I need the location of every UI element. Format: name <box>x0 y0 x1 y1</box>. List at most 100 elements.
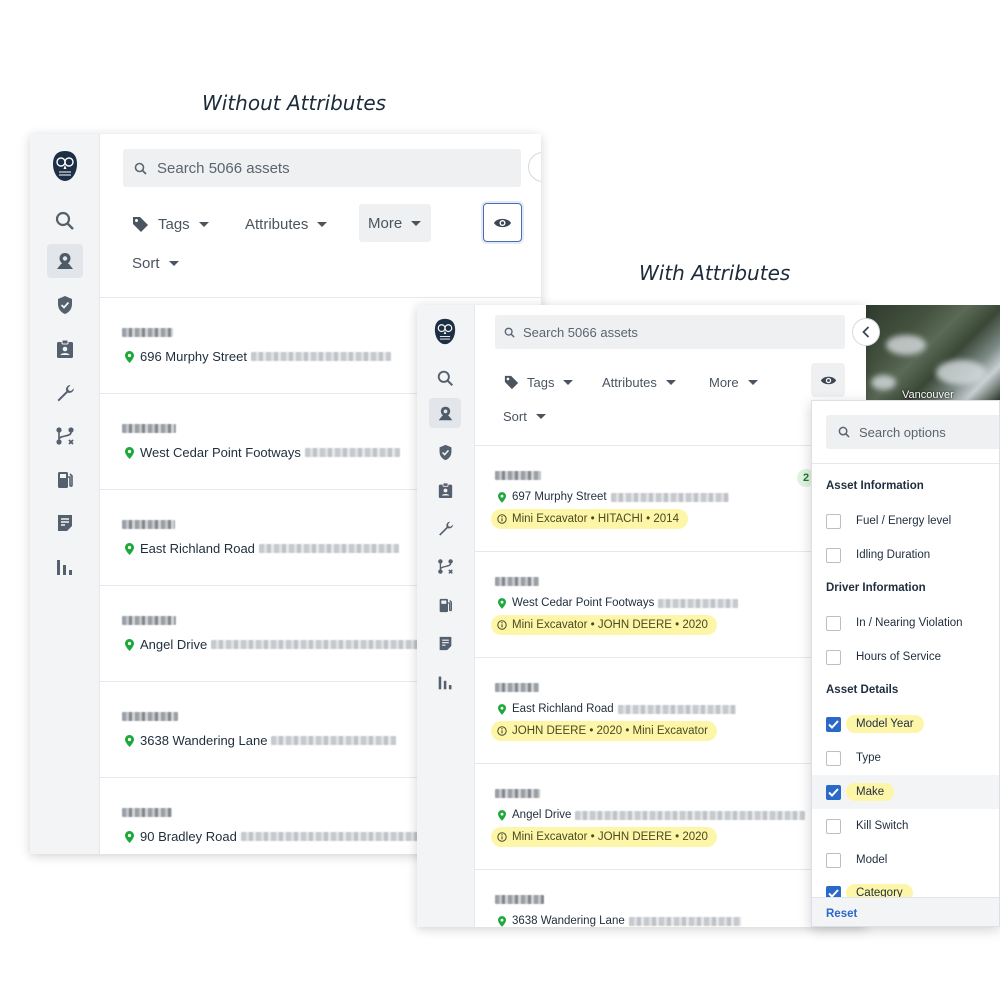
checkbox[interactable] <box>826 750 841 766</box>
asset-name-redacted <box>122 520 175 529</box>
document-icon[interactable] <box>429 628 461 658</box>
checkbox[interactable] <box>826 615 841 631</box>
reports-bar-chart-icon[interactable] <box>47 550 83 584</box>
asset-name-redacted <box>122 328 173 337</box>
fuel-icon[interactable] <box>429 590 461 620</box>
location-pin-icon <box>498 597 506 609</box>
clipboard-icon[interactable] <box>47 332 83 366</box>
section-title: Asset Information <box>826 480 924 492</box>
info-circle-icon <box>497 514 507 524</box>
route-icon[interactable] <box>429 551 461 581</box>
list-divider <box>475 869 866 870</box>
location-pin-icon <box>498 491 506 503</box>
asset-name-redacted <box>122 424 176 433</box>
eye-icon <box>820 376 836 384</box>
document-icon[interactable] <box>47 506 83 540</box>
map-pin-nav-icon[interactable] <box>47 244 83 278</box>
asset-address: Angel Drive <box>125 637 422 652</box>
attributes-filter[interactable]: Attributes <box>245 213 328 235</box>
asset-search-input[interactable]: Search 5066 assets <box>123 149 521 187</box>
location-pin-icon <box>498 809 506 821</box>
checkmark-icon <box>828 787 839 797</box>
location-pin-icon <box>125 350 134 363</box>
info-circle-icon <box>497 832 507 842</box>
asset-name-redacted <box>122 616 176 625</box>
attributes-filter[interactable]: Attributes <box>602 372 676 392</box>
search-icon[interactable] <box>47 204 83 238</box>
checkbox[interactable] <box>826 818 841 834</box>
search-placeholder: Search 5066 assets <box>523 324 638 340</box>
shield-icon[interactable] <box>47 288 83 322</box>
location-pin-icon <box>125 542 134 555</box>
reports-bar-chart-icon[interactable] <box>429 667 461 697</box>
attribute-pill: Mini Excavator • JOHN DEERE • 2020 <box>491 615 717 635</box>
checkbox[interactable] <box>826 547 841 563</box>
asset-name-redacted <box>495 789 540 798</box>
chevron-down-icon <box>665 379 676 385</box>
sort-filter[interactable]: Sort <box>503 406 546 426</box>
shield-icon[interactable] <box>429 437 461 467</box>
panel-with-attributes: Search 5066 assets Tags Attributes More … <box>417 305 866 927</box>
asset-name-redacted <box>495 895 544 904</box>
asset-name-redacted <box>495 471 541 480</box>
list-divider <box>475 445 866 446</box>
tag-icon <box>504 375 519 390</box>
section-title: Asset Details <box>826 684 899 696</box>
search-edge-button[interactable] <box>528 152 541 182</box>
search-icon <box>134 162 147 175</box>
list-divider <box>100 297 541 298</box>
chevron-down-icon <box>198 221 209 227</box>
sidebar-rail <box>417 305 475 927</box>
attribute-pill: Mini Excavator • HITACHI • 2014 <box>491 509 688 529</box>
visibility-toggle-button[interactable] <box>483 203 522 242</box>
sort-filter[interactable]: Sort <box>132 252 179 274</box>
checkbox[interactable] <box>826 852 841 868</box>
wrench-icon[interactable] <box>47 376 83 410</box>
options-search-input[interactable]: Search options <box>826 415 999 449</box>
reset-button[interactable]: Reset <box>826 908 857 920</box>
option-kill-switch[interactable]: Kill Switch <box>812 815 999 837</box>
checkbox-checked[interactable] <box>826 716 841 732</box>
option-in-nearing-violation[interactable]: In / Nearing Violation <box>812 612 999 634</box>
option-fuel-energy-level[interactable]: Fuel / Energy level <box>812 510 999 532</box>
more-filter[interactable]: More <box>359 204 432 242</box>
asset-name-redacted <box>122 808 172 817</box>
asset-address: 697 Murphy Street <box>498 491 729 503</box>
wrench-icon[interactable] <box>429 513 461 543</box>
option-make[interactable]: Make <box>812 775 999 809</box>
option-model[interactable]: Model <box>812 849 999 871</box>
dropdown-divider <box>812 463 999 464</box>
map-pin-nav-icon[interactable] <box>429 398 461 428</box>
asset-address: West Cedar Point Footways <box>498 597 739 609</box>
search-placeholder: Search 5066 assets <box>157 159 290 177</box>
checkbox[interactable] <box>826 513 841 529</box>
tags-filter[interactable]: Tags <box>132 213 209 235</box>
more-filter[interactable]: More <box>709 372 758 392</box>
checkbox-checked[interactable] <box>826 784 841 800</box>
search-icon[interactable] <box>429 363 461 393</box>
asset-name-redacted <box>495 577 539 586</box>
search-placeholder: Search options <box>859 424 946 440</box>
option-hours-of-service[interactable]: Hours of Service <box>812 646 999 668</box>
fuel-icon[interactable] <box>47 463 83 497</box>
clipboard-icon[interactable] <box>429 475 461 505</box>
list-divider <box>475 657 866 658</box>
map-city-label: Vancouver <box>902 389 954 400</box>
list-divider <box>475 763 866 764</box>
checkbox[interactable] <box>826 649 841 665</box>
asset-search-input[interactable]: Search 5066 assets <box>495 315 845 349</box>
location-pin-icon <box>125 734 134 747</box>
option-model-year[interactable]: Model Year <box>812 713 999 735</box>
option-idling-duration[interactable]: Idling Duration <box>812 544 999 566</box>
caption-without-attributes: Without Attributes <box>202 91 387 115</box>
map-view[interactable]: Vancouver <box>866 305 1000 400</box>
tags-filter[interactable]: Tags <box>504 372 574 392</box>
search-icon <box>838 426 850 438</box>
option-type[interactable]: Type <box>812 747 999 769</box>
route-icon[interactable] <box>47 419 83 453</box>
asset-address: East Richland Road <box>498 703 736 715</box>
visibility-toggle-button[interactable] <box>811 363 845 397</box>
collapse-panel-button[interactable] <box>852 318 880 346</box>
owl-logo-icon <box>51 150 79 182</box>
list-divider <box>475 551 866 552</box>
